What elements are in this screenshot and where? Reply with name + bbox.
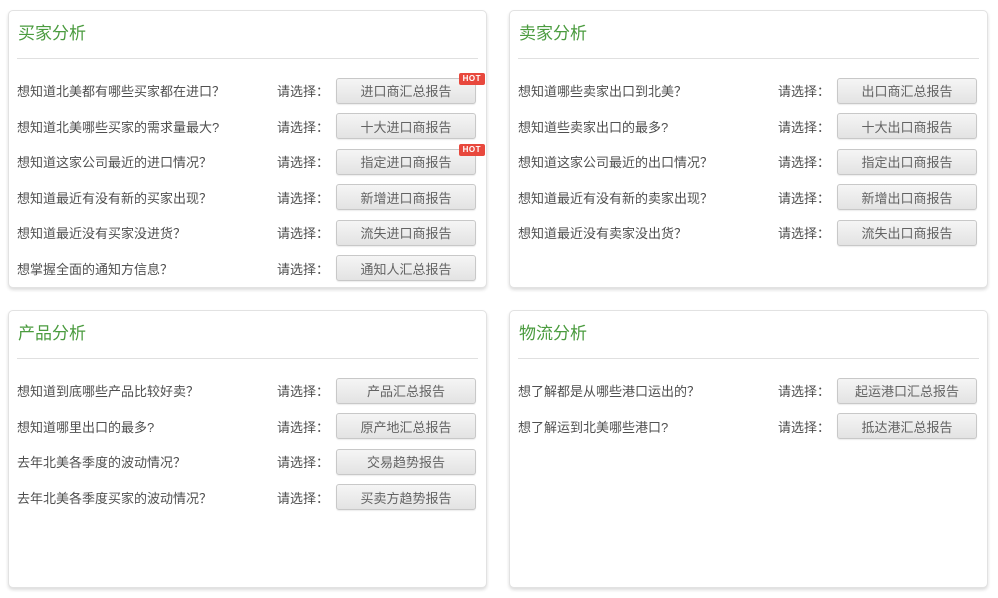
question-text: 想知道最近有没有新的卖家出现？: [518, 188, 778, 207]
report-button[interactable]: 十大进口商报告: [336, 113, 476, 139]
select-label: 请选择：: [277, 488, 329, 507]
report-button[interactable]: 原产地汇总报告: [336, 413, 476, 439]
hot-badge: HOT: [459, 144, 485, 156]
analysis-row: 想了解运到北美哪些港口? 请选择： 抵达港汇总报告: [510, 409, 987, 445]
analysis-row: 想知道最近有没有新的买家出现？ 请选择： 新增进口商报告: [9, 180, 486, 216]
report-button[interactable]: 指定出口商报告: [837, 149, 977, 175]
analysis-row: 想了解都是从哪些港口运出的？ 请选择： 起运港口汇总报告: [510, 373, 987, 409]
panel-buyer-analysis: 买家分析 想知道北美都有哪些买家都在进口？ 请选择： 进口商汇总报告HOT 想知…: [8, 10, 487, 288]
analysis-row: 去年北美各季度买家的波动情况？ 请选择： 买卖方趋势报告: [9, 480, 486, 516]
report-button[interactable]: 产品汇总报告: [336, 378, 476, 404]
panel-title: 产品分析: [18, 322, 477, 346]
analysis-panels-grid: 买家分析 想知道北美都有哪些买家都在进口？ 请选择： 进口商汇总报告HOT 想知…: [8, 10, 988, 588]
select-label: 请选择：: [778, 81, 830, 100]
hot-badge: HOT: [459, 73, 485, 85]
panel-title: 物流分析: [519, 322, 978, 346]
select-label: 请选择：: [778, 417, 830, 436]
panel-product-analysis: 产品分析 想知道到底哪些产品比较好卖？ 请选择： 产品汇总报告 想知道哪里出口的…: [8, 310, 487, 588]
question-text: 想知道最近没有买家没进货？: [17, 223, 277, 242]
select-label: 请选择：: [277, 152, 329, 171]
select-label: 请选择：: [277, 223, 329, 242]
select-label: 请选择：: [277, 452, 329, 471]
select-label: 请选择：: [277, 81, 329, 100]
report-button[interactable]: 起运港口汇总报告: [837, 378, 977, 404]
panel-title-divider: [17, 358, 478, 359]
select-label: 请选择：: [277, 188, 329, 207]
panel-title: 买家分析: [18, 22, 477, 46]
panel-title-divider: [518, 358, 979, 359]
select-label: 请选择：: [778, 152, 830, 171]
question-text: 想知道最近没有卖家没出货？: [518, 223, 778, 242]
report-button[interactable]: 抵达港汇总报告: [837, 413, 977, 439]
question-text: 想知道这家公司最近的出口情况？: [518, 152, 778, 171]
question-text: 想知道北美都有哪些买家都在进口？: [17, 81, 277, 100]
select-label: 请选择：: [277, 117, 329, 136]
question-text: 想知道这家公司最近的进口情况？: [17, 152, 277, 171]
question-text: 去年北美各季度买家的波动情况？: [17, 488, 277, 507]
report-button[interactable]: 新增进口商报告: [336, 184, 476, 210]
analysis-row: 想知道这家公司最近的进口情况？ 请选择： 指定进口商报告HOT: [9, 144, 486, 180]
select-label: 请选择：: [277, 259, 329, 278]
question-text: 想知道北美哪些买家的需求量最大?: [17, 117, 277, 136]
report-button[interactable]: 买卖方趋势报告: [336, 484, 476, 510]
panel-rows: 想知道到底哪些产品比较好卖？ 请选择： 产品汇总报告 想知道哪里出口的最多? 请…: [9, 373, 486, 515]
analysis-row: 去年北美各季度的波动情况？ 请选择： 交易趋势报告: [9, 444, 486, 480]
panel-rows: 想知道哪些卖家出口到北美？ 请选择： 出口商汇总报告 想知道些卖家出口的最多? …: [510, 73, 987, 251]
question-text: 想知道到底哪些产品比较好卖？: [17, 381, 277, 400]
panel-rows: 想知道北美都有哪些买家都在进口？ 请选择： 进口商汇总报告HOT 想知道北美哪些…: [9, 73, 486, 286]
report-button[interactable]: 交易趋势报告: [336, 449, 476, 475]
question-text: 去年北美各季度的波动情况？: [17, 452, 277, 471]
analysis-row: 想掌握全面的通知方信息？ 请选择： 通知人汇总报告: [9, 251, 486, 287]
question-text: 想知道最近有没有新的买家出现？: [17, 188, 277, 207]
report-button[interactable]: 十大出口商报告: [837, 113, 977, 139]
question-text: 想了解都是从哪些港口运出的？: [518, 381, 778, 400]
select-label: 请选择：: [277, 417, 329, 436]
analysis-row: 想知道最近没有买家没进货？ 请选择： 流失进口商报告: [9, 215, 486, 251]
report-button[interactable]: 指定进口商报告HOT: [336, 149, 476, 175]
panel-title-divider: [17, 58, 478, 59]
report-button[interactable]: 出口商汇总报告: [837, 78, 977, 104]
panel-rows: 想了解都是从哪些港口运出的？ 请选择： 起运港口汇总报告 想了解运到北美哪些港口…: [510, 373, 987, 444]
question-text: 想掌握全面的通知方信息？: [17, 259, 277, 278]
analysis-row: 想知道些卖家出口的最多? 请选择： 十大出口商报告: [510, 109, 987, 145]
question-text: 想知道哪些卖家出口到北美？: [518, 81, 778, 100]
analysis-row: 想知道北美哪些买家的需求量最大? 请选择： 十大进口商报告: [9, 109, 486, 145]
select-label: 请选择：: [778, 188, 830, 207]
select-label: 请选择：: [778, 117, 830, 136]
question-text: 想知道哪里出口的最多?: [17, 417, 277, 436]
panel-title-divider: [518, 58, 979, 59]
select-label: 请选择：: [277, 381, 329, 400]
analysis-row: 想知道哪里出口的最多? 请选择： 原产地汇总报告: [9, 409, 486, 445]
report-button[interactable]: 通知人汇总报告: [336, 255, 476, 281]
report-button[interactable]: 流失出口商报告: [837, 220, 977, 246]
select-label: 请选择：: [778, 381, 830, 400]
panel-seller-analysis: 卖家分析 想知道哪些卖家出口到北美？ 请选择： 出口商汇总报告 想知道些卖家出口…: [509, 10, 988, 288]
panel-logistics-analysis: 物流分析 想了解都是从哪些港口运出的？ 请选择： 起运港口汇总报告 想了解运到北…: [509, 310, 988, 588]
analysis-row: 想知道北美都有哪些买家都在进口？ 请选择： 进口商汇总报告HOT: [9, 73, 486, 109]
analysis-row: 想知道哪些卖家出口到北美？ 请选择： 出口商汇总报告: [510, 73, 987, 109]
analysis-row: 想知道到底哪些产品比较好卖？ 请选择： 产品汇总报告: [9, 373, 486, 409]
report-button[interactable]: 进口商汇总报告HOT: [336, 78, 476, 104]
question-text: 想知道些卖家出口的最多?: [518, 117, 778, 136]
select-label: 请选择：: [778, 223, 830, 242]
report-button[interactable]: 流失进口商报告: [336, 220, 476, 246]
analysis-row: 想知道这家公司最近的出口情况？ 请选择： 指定出口商报告: [510, 144, 987, 180]
analysis-row: 想知道最近没有卖家没出货？ 请选择： 流失出口商报告: [510, 215, 987, 251]
analysis-row: 想知道最近有没有新的卖家出现？ 请选择： 新增出口商报告: [510, 180, 987, 216]
question-text: 想了解运到北美哪些港口?: [518, 417, 778, 436]
report-button[interactable]: 新增出口商报告: [837, 184, 977, 210]
panel-title: 卖家分析: [519, 22, 978, 46]
